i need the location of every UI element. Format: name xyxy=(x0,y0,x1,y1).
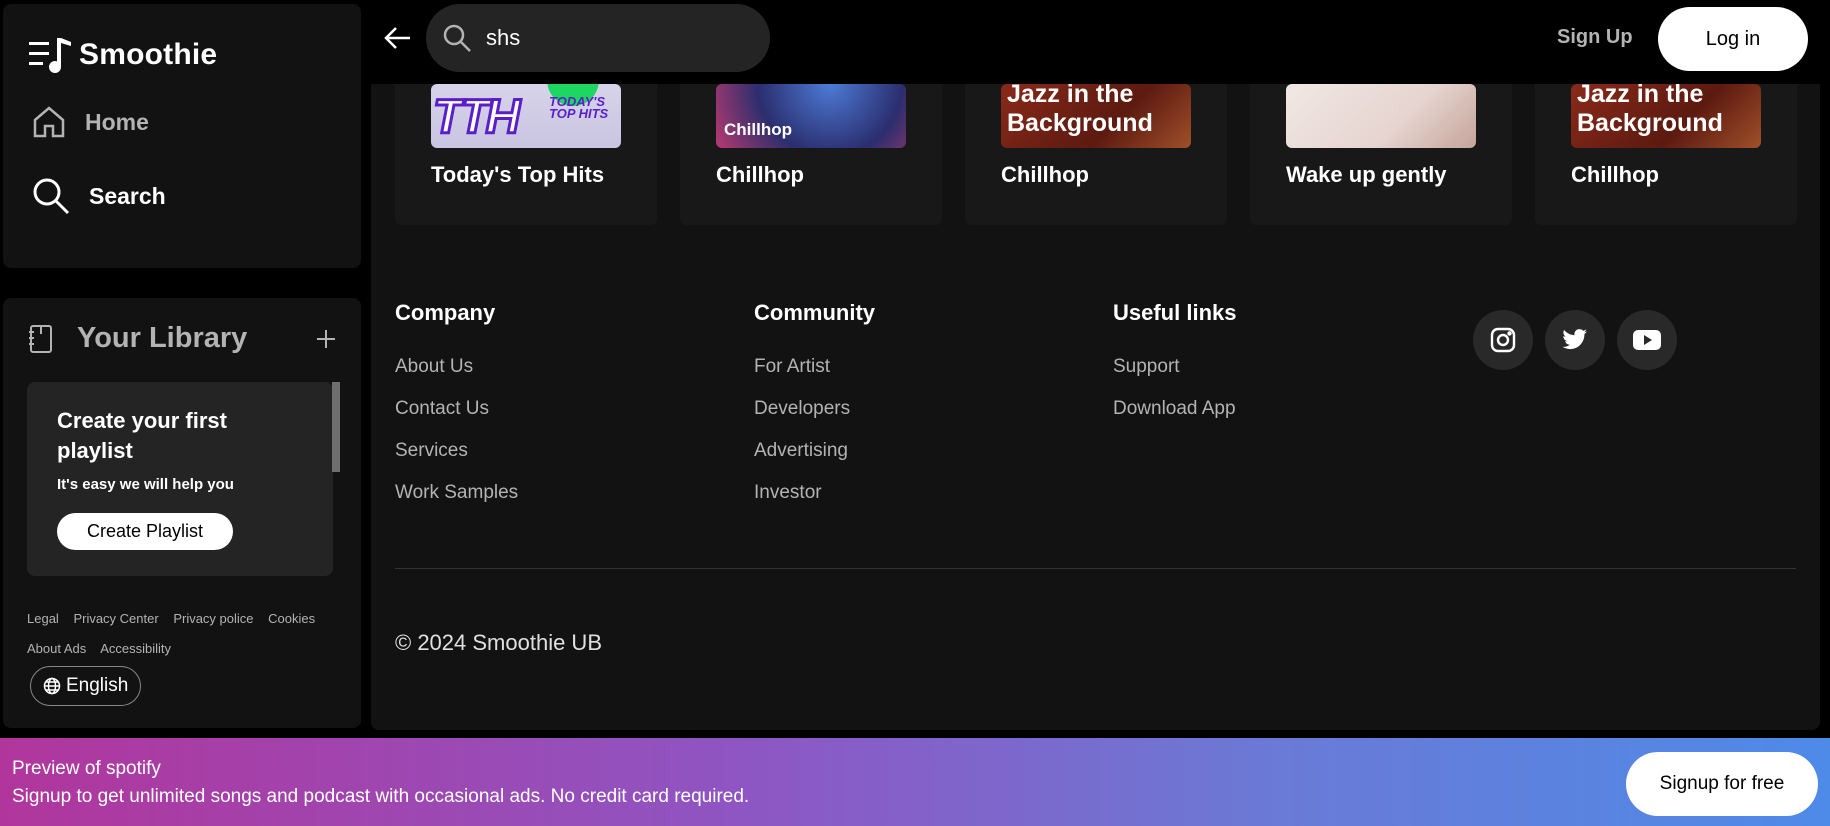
cover-text: Jazz in the Background xyxy=(1577,84,1723,137)
accessibility-link[interactable]: Accessibility xyxy=(100,641,171,656)
language-label: English xyxy=(66,675,129,696)
footer-useful-links: Useful links Support Download App xyxy=(1113,300,1236,430)
search-icon xyxy=(33,178,70,215)
playlist-card[interactable]: Wake up gently xyxy=(1250,60,1512,225)
library-panel: Your Library Create your first playlist … xyxy=(3,298,361,728)
footer-link[interactable]: For Artist xyxy=(754,346,875,388)
create-playlist-heading: Create your first playlist xyxy=(57,408,227,463)
music-list-icon xyxy=(29,38,71,73)
youtube-icon xyxy=(1633,330,1661,350)
playlist-cover: Jazz in the Background xyxy=(1001,84,1191,148)
cover-text: TTH xyxy=(431,90,521,146)
footer-heading: Community xyxy=(754,300,875,325)
footer-link[interactable]: Support xyxy=(1113,346,1236,388)
privacy-policy-link[interactable]: Privacy police xyxy=(173,611,253,626)
app-name: Smoothie xyxy=(79,38,218,71)
home-icon xyxy=(33,106,65,138)
youtube-button[interactable] xyxy=(1617,310,1677,370)
playlist-title: Chillhop xyxy=(1571,162,1659,187)
twitter-icon xyxy=(1562,329,1587,350)
footer-link[interactable]: Developers xyxy=(754,388,875,430)
footer-link[interactable]: Work Samples xyxy=(395,472,518,514)
login-button[interactable]: Log in xyxy=(1658,7,1808,71)
copyright-text: © 2024 Smoothie UB xyxy=(395,630,602,655)
signup-free-button[interactable]: Signup for free xyxy=(1626,752,1818,816)
playlist-card[interactable]: Chillhop Chillhop xyxy=(680,60,942,225)
footer-heading: Company xyxy=(395,300,496,325)
create-playlist-subtext: It's easy we will help you xyxy=(57,476,234,493)
library-icon[interactable] xyxy=(27,324,55,354)
playlist-title: Today's Top Hits xyxy=(431,162,605,187)
back-arrow-icon[interactable] xyxy=(383,24,413,52)
library-scrollbar[interactable] xyxy=(332,382,340,472)
search-value[interactable]: shs xyxy=(486,25,520,51)
footer-link[interactable]: About Us xyxy=(395,346,518,388)
footer-link[interactable]: Services xyxy=(395,430,518,472)
twitter-button[interactable] xyxy=(1545,310,1605,370)
footer-link[interactable]: Contact Us xyxy=(395,388,518,430)
nav-search-label: Search xyxy=(89,182,166,209)
cookies-link[interactable]: Cookies xyxy=(268,611,315,626)
instagram-icon xyxy=(1490,327,1516,353)
legal-link[interactable]: Legal xyxy=(27,611,59,626)
footer-link[interactable]: Investor xyxy=(754,472,875,514)
playlist-cover xyxy=(1286,84,1476,148)
about-ads-link[interactable]: About Ads xyxy=(27,641,86,656)
playlist-title: Wake up gently xyxy=(1286,162,1447,187)
globe-icon xyxy=(43,677,61,695)
footer-company: Company About Us Contact Us Services Wor… xyxy=(395,300,518,514)
playlist-cover: Jazz in the Background xyxy=(1571,84,1761,148)
signup-link[interactable]: Sign Up xyxy=(1557,26,1633,49)
footer-community: Community For Artist Developers Advertis… xyxy=(754,300,875,514)
sidebar-nav-panel: Smoothie Home Search xyxy=(3,4,361,268)
main-content: TTH TODAY'S TOP HITS Today's Top Hits Ch… xyxy=(371,0,1820,730)
language-button[interactable]: English xyxy=(30,666,142,706)
playlist-card[interactable]: Jazz in the Background Chillhop xyxy=(965,60,1227,225)
footer-divider xyxy=(395,568,1796,569)
create-playlist-button[interactable]: Create Playlist xyxy=(57,513,234,550)
search-input[interactable]: shs xyxy=(426,4,770,72)
privacy-center-link[interactable]: Privacy Center xyxy=(73,611,158,626)
playlist-card[interactable]: Jazz in the Background Chillhop xyxy=(1535,60,1797,225)
legal-links: Legal Privacy Center Privacy police Cook… xyxy=(27,604,347,664)
playlist-title: Chillhop xyxy=(1001,162,1089,187)
nav-home-label: Home xyxy=(85,108,149,135)
plus-icon[interactable] xyxy=(315,328,337,350)
footer-link[interactable]: Download App xyxy=(1113,388,1236,430)
library-title[interactable]: Your Library xyxy=(77,322,247,355)
cover-text: Chillhop xyxy=(724,120,792,139)
playlist-card[interactable]: TTH TODAY'S TOP HITS Today's Top Hits xyxy=(395,60,657,225)
nav-search[interactable]: Search xyxy=(31,176,166,216)
top-bar: shs Sign Up Log in xyxy=(371,0,1820,84)
banner-message: Signup to get unlimited songs and podcas… xyxy=(12,786,750,807)
cover-text: Jazz in the Background xyxy=(1007,84,1153,137)
nav-home[interactable]: Home xyxy=(31,104,149,140)
footer-link[interactable]: Advertising xyxy=(754,430,875,472)
playlist-title: Chillhop xyxy=(716,162,804,187)
app-logo[interactable]: Smoothie xyxy=(27,34,217,76)
library-header: Your Library xyxy=(27,322,339,355)
banner-title: Preview of spotify xyxy=(12,758,161,779)
cover-subtext: TODAY'S TOP HITS xyxy=(549,94,609,121)
preview-banner: Preview of spotify Signup to get unlimit… xyxy=(0,738,1830,826)
playlist-cover: Chillhop xyxy=(716,84,906,148)
search-icon xyxy=(443,24,471,52)
playlist-cover: TTH TODAY'S TOP HITS xyxy=(431,84,621,148)
footer-heading: Useful links xyxy=(1113,300,1237,325)
instagram-button[interactable] xyxy=(1473,310,1533,370)
create-playlist-card: Create your first playlist It's easy we … xyxy=(27,382,333,576)
